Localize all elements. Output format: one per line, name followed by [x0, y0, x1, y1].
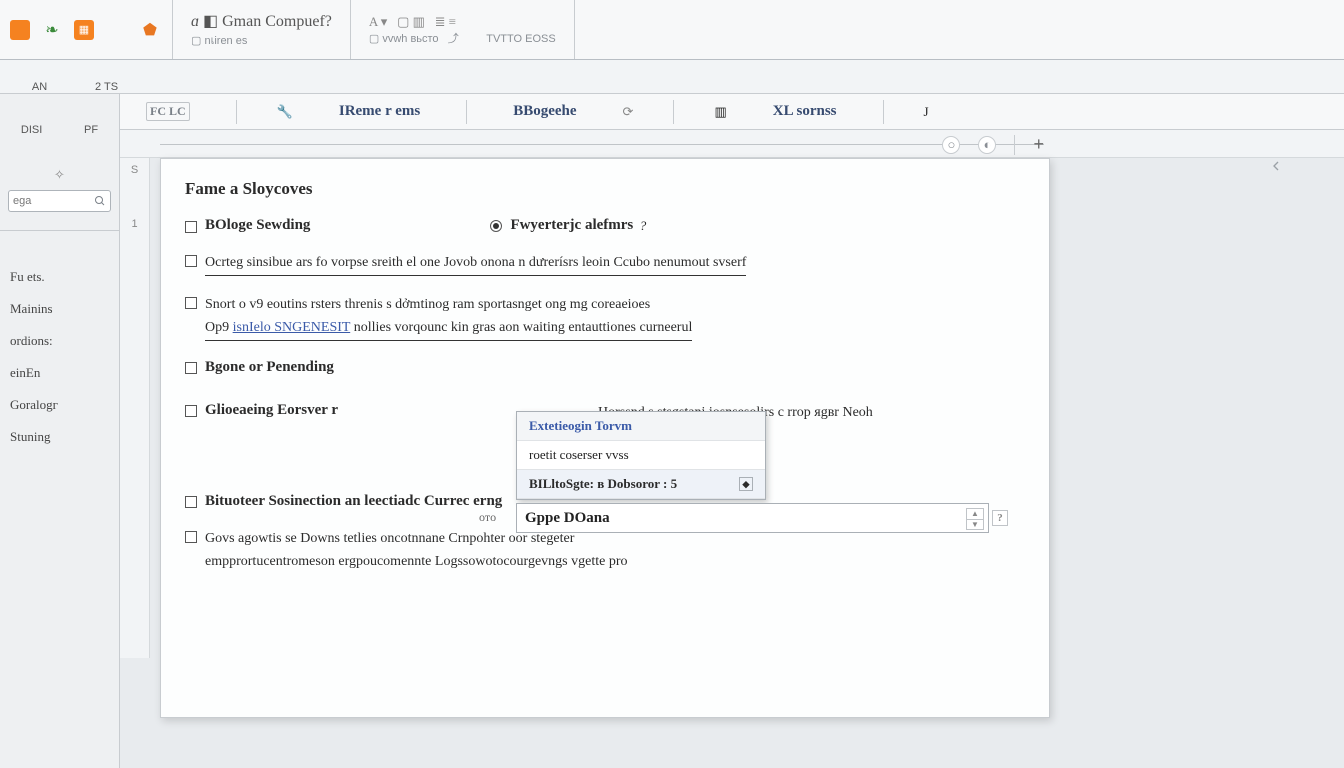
row2-text: Ocrteg sinsibue ars fo vorpse sreith el …: [205, 252, 746, 276]
row1-radio-label: Fwyerterjc alefmrs: [510, 217, 633, 234]
circle-button-2[interactable]: ◐: [978, 136, 996, 154]
tab-reme[interactable]: IReme r ems: [333, 94, 426, 129]
tab-fc[interactable]: FC LC: [140, 94, 196, 129]
tab-boge[interactable]: BBogeehe: [507, 94, 582, 129]
row7b: empprortucentromeson ergpoucomennte Logs…: [205, 551, 628, 574]
row5-label: Glioeaeing Eorsver r: [205, 402, 338, 419]
tab-controls: ○ ◐ +: [942, 134, 1044, 155]
leaf-icon[interactable]: ❧: [40, 18, 64, 42]
blank-icon[interactable]: [104, 18, 128, 42]
app-title: Gman Compuef?: [222, 13, 332, 30]
app-icon[interactable]: [10, 20, 30, 40]
panel-icon[interactable]: ▥: [714, 104, 726, 120]
expand-icon[interactable]: ✧: [54, 167, 65, 183]
dropdown-header: Extetieogin Torvm: [517, 412, 765, 441]
text-field[interactable]: Gppe DOana ▲▼ ?: [516, 503, 989, 533]
left-sidebar: DISI PF ✧ ega Fu ets. Mainins ordions: e…: [0, 94, 120, 768]
document-area: FC LC 🔧 IReme r ems BBogeehe ⟳ ▥ XL sorn…: [120, 94, 1344, 768]
status-ribbon-left: AN 2 TS: [0, 60, 150, 93]
collapse-chevron-icon[interactable]: [1268, 158, 1284, 177]
checkbox[interactable]: [185, 221, 197, 233]
vertical-ruler: S 1: [120, 158, 150, 658]
dropdown-option-active[interactable]: BILltoSgte: в Dobsoror : 5 ◆: [517, 470, 765, 499]
app-subtitle: nเiren es: [204, 35, 247, 47]
checkbox[interactable]: [185, 255, 197, 267]
sidebar-item[interactable]: einEn: [0, 357, 119, 389]
format-label: vvwh вьсто: [382, 33, 438, 45]
dropdown-option[interactable]: roetit coserser vvss: [517, 441, 765, 470]
checkbox[interactable]: [185, 531, 197, 543]
search-icon: [94, 195, 106, 207]
row3-text-b: Op9 isnIelo SNGENESIT nollies vorqounc k…: [205, 317, 692, 341]
workspace: DISI PF ✧ ega Fu ets. Mainins ordions: e…: [0, 94, 1344, 768]
field-small-label: отo: [479, 510, 496, 525]
refresh-icon[interactable]: ⟳: [623, 104, 634, 120]
app-toolbar: ❧ ▦ ⬟ ɑ ◧ Gman Compuef? ▢ nเiren es A ▾ …: [0, 0, 1344, 60]
spinner-icon[interactable]: ◆: [739, 477, 753, 491]
ribbon-tabs: FC LC 🔧 IReme r ems BBogeehe ⟳ ▥ XL sorn…: [120, 94, 1344, 130]
row4-label: Bgone or Penending: [205, 359, 334, 376]
sidebar-item[interactable]: ordions:: [0, 325, 119, 357]
row1-label: BOloge Sewding: [205, 217, 310, 234]
help-icon[interactable]: ?: [992, 510, 1008, 526]
radio[interactable]: [490, 220, 502, 232]
search-placeholder: ega: [13, 195, 31, 207]
pick-icon[interactable]: ⬟: [138, 18, 162, 42]
document-page: Fame a Sloycoves BOloge Sewding Fwyerter…: [160, 158, 1050, 718]
tab-sorns[interactable]: XL sornss: [767, 94, 843, 129]
new-tab-button[interactable]: +: [1033, 134, 1044, 155]
checkbox[interactable]: [185, 297, 197, 309]
calendar-icon[interactable]: ▦: [74, 20, 94, 40]
checkbox[interactable]: [185, 405, 197, 417]
row3-text-a: Snort o v9 eoutins rsters threnis s dởmt…: [205, 294, 692, 317]
status-ribbon: AN 2 TS: [0, 60, 1344, 94]
format-block: A ▾ ▢ ▥ ≣ ≡ ▢ vvwh вьсто ⤴ TVTTO EOSS: [351, 0, 575, 59]
quick-launch-group: ❧ ▦ ⬟: [0, 0, 173, 59]
tab-strip: ○ ◐ +: [120, 130, 1344, 158]
sidebar-item[interactable]: Mainins: [0, 293, 119, 325]
j-icon[interactable]: J: [924, 104, 929, 120]
sidebar-item[interactable]: Stuning: [0, 421, 119, 453]
spinner-control[interactable]: ▲▼: [966, 508, 984, 530]
title-block: ɑ ◧ Gman Compuef? ▢ nเiren es: [173, 0, 351, 59]
row3-link[interactable]: isnIelo SNGENESIT: [233, 320, 351, 335]
checkbox[interactable]: [185, 362, 197, 374]
dropdown-popup[interactable]: Extetieogin Torvm roetit coserser vvss B…: [516, 411, 766, 500]
page-heading: Fame a Sloycoves: [185, 179, 1025, 199]
sidebar-item[interactable]: Goralogг: [0, 389, 119, 421]
field-value: Gppe DOana: [525, 510, 610, 527]
circle-button-1[interactable]: ○: [942, 136, 960, 154]
sidebar-item[interactable]: Fu ets.: [0, 261, 119, 293]
row6-label: Bituoteer Sosinection an leectiadc Curre…: [205, 493, 502, 510]
checkbox[interactable]: [185, 496, 197, 508]
sidebar-search[interactable]: ega: [8, 190, 111, 212]
wrench-icon[interactable]: 🔧: [277, 104, 293, 120]
